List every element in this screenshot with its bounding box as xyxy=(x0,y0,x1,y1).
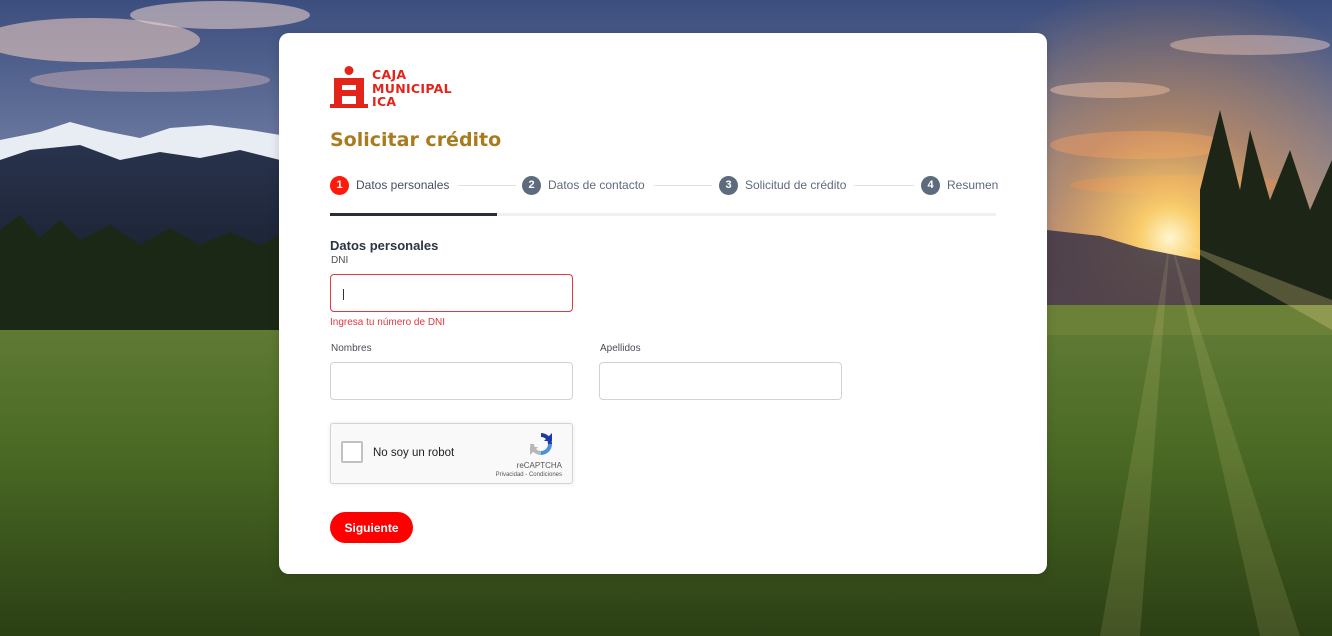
dni-input[interactable] xyxy=(330,274,573,312)
step-connector xyxy=(654,185,712,186)
apellidos-input[interactable] xyxy=(599,362,842,400)
text-cursor xyxy=(343,289,344,300)
stepper: 1 Datos personales 2 Datos de contacto 3… xyxy=(330,175,998,195)
siguiente-button[interactable]: Siguiente xyxy=(330,512,413,543)
step-number: 1 xyxy=(330,175,349,195)
recaptcha-checkbox[interactable] xyxy=(341,441,363,463)
caja-ica-logo-icon xyxy=(330,66,368,108)
recaptcha-icon xyxy=(530,433,552,455)
step-connector xyxy=(854,185,914,186)
step-label: Resumen xyxy=(947,178,999,192)
brand-name: CAJA MUNICIPAL ICA xyxy=(372,68,452,109)
recaptcha-label: No soy un robot xyxy=(373,447,455,459)
step-number: 2 xyxy=(522,175,541,195)
step-datos-personales[interactable]: 1 Datos personales xyxy=(330,175,449,195)
step-label: Solicitud de crédito xyxy=(745,178,847,192)
step-connector xyxy=(458,185,516,186)
step-progress-fill xyxy=(330,213,497,216)
dni-error-message: Ingresa tu número de DNI xyxy=(330,317,446,328)
brand-name-line: MUNICIPAL xyxy=(372,80,452,96)
step-number: 4 xyxy=(921,175,940,195)
recaptcha-brand: reCAPTCHA xyxy=(516,461,562,470)
step-label: Datos personales xyxy=(356,178,450,192)
brand-name-line: CAJA xyxy=(372,67,407,82)
brand-name-line: ICA xyxy=(372,94,397,109)
brand-logo[interactable]: CAJA MUNICIPAL ICA xyxy=(330,66,470,110)
step-solicitud-credito[interactable]: 3 Solicitud de crédito xyxy=(719,175,846,195)
apellidos-label: Apellidos xyxy=(600,343,641,354)
recaptcha-links[interactable]: Privacidad - Condiciones xyxy=(496,472,562,478)
dni-label: DNI xyxy=(331,255,349,266)
step-resumen[interactable]: 4 Resumen xyxy=(921,175,998,195)
nombres-label: Nombres xyxy=(331,343,372,354)
page-title: Solicitar crédito xyxy=(330,129,502,151)
recaptcha-widget: No soy un robot reCAPTCHA Privacidad - C… xyxy=(330,423,573,484)
form-card: CAJA MUNICIPAL ICA Solicitar crédito 1 D… xyxy=(279,33,1047,574)
step-progress-bar xyxy=(330,213,996,216)
nombres-input[interactable] xyxy=(330,362,573,400)
section-title: Datos personales xyxy=(330,238,439,253)
step-label: Datos de contacto xyxy=(548,178,645,192)
step-number: 3 xyxy=(719,175,738,195)
step-datos-contacto[interactable]: 2 Datos de contacto xyxy=(522,175,645,195)
